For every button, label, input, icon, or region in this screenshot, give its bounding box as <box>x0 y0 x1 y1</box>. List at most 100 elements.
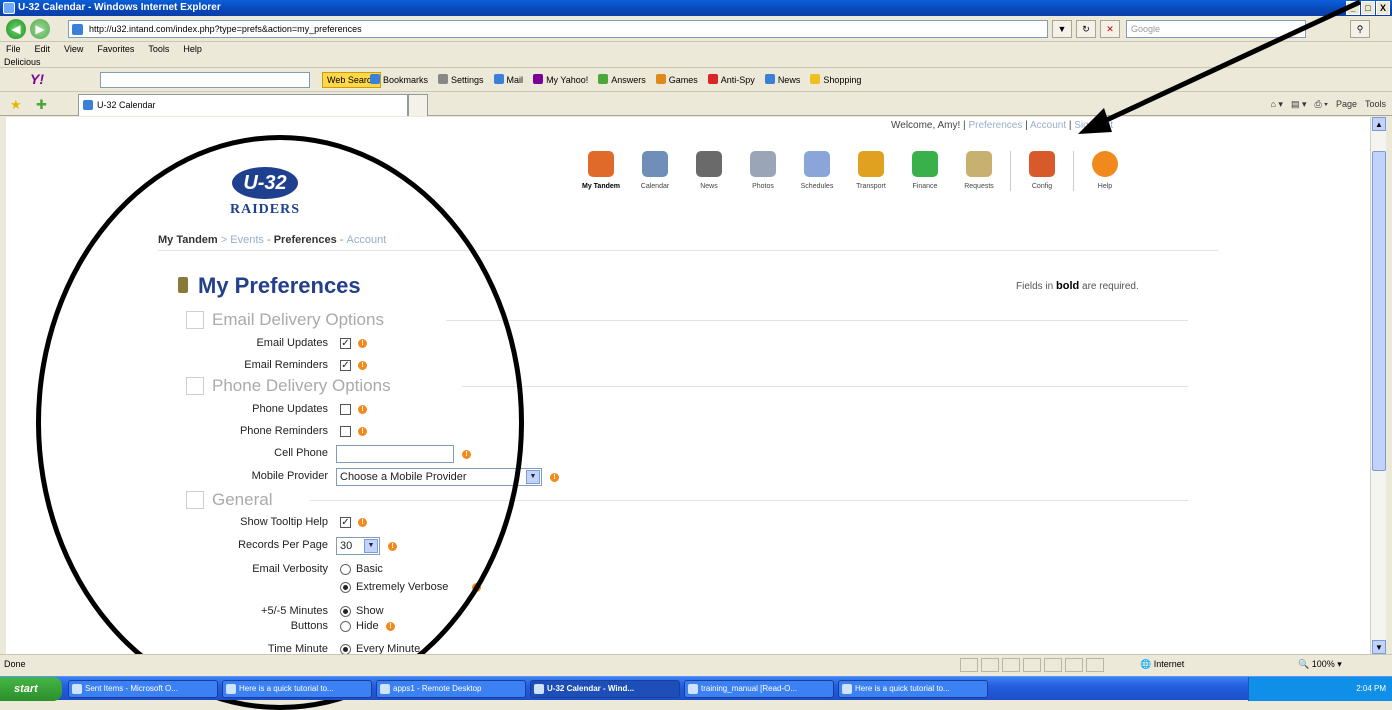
start-button[interactable]: start <box>0 677 62 701</box>
menu-help[interactable]: Help <box>183 42 202 56</box>
minutes-hide-radio[interactable] <box>340 621 351 632</box>
chevron-down-icon[interactable]: ▼ <box>526 470 540 484</box>
window-title: U-32 Calendar - Windows Internet Explore… <box>18 2 221 13</box>
minutes-show-radio[interactable] <box>340 606 351 617</box>
nav-help[interactable]: Help <box>1078 149 1132 191</box>
help-hint-icon[interactable]: ! <box>358 518 367 527</box>
u32-raiders-logo[interactable]: U-32 RAIDERS <box>224 167 306 217</box>
help-hint-icon[interactable]: ! <box>358 427 367 436</box>
yahoo-news[interactable]: News <box>765 72 801 88</box>
tab-u32-calendar[interactable]: U-32 Calendar <box>78 94 408 116</box>
scroll-down-icon[interactable]: ▼ <box>1372 640 1386 654</box>
refresh-button[interactable]: ↻ <box>1076 20 1096 38</box>
command-bar: ⌂ ▾ ▤ ▾ ⎙ ▾ Page Tools <box>1270 97 1386 111</box>
nav-news[interactable]: News <box>682 149 736 191</box>
cell-phone-input[interactable] <box>336 445 454 463</box>
yahoo-logo[interactable]: Y! <box>30 71 44 87</box>
address-dropdown-button[interactable]: ▼ <box>1052 20 1072 38</box>
delicious-link[interactable]: Delicious <box>4 57 41 67</box>
phone-updates-checkbox[interactable] <box>340 404 351 415</box>
zoom-control[interactable]: 🔍 100% ▾ <box>1298 659 1342 670</box>
nav-finance[interactable]: Finance <box>898 149 952 191</box>
clock[interactable]: 2:04 PM <box>1356 684 1386 693</box>
email-reminders-checkbox[interactable]: ✓ <box>340 360 351 371</box>
help-hint-icon[interactable]: ! <box>472 583 481 592</box>
help-hint-icon[interactable]: ! <box>358 405 367 414</box>
preferences-icon <box>178 277 188 293</box>
yahoo-games[interactable]: Games <box>656 72 698 88</box>
nav-config[interactable]: Config <box>1015 149 1069 191</box>
yahoo-search-input[interactable] <box>100 72 310 88</box>
nav-schedules[interactable]: Schedules <box>790 149 844 191</box>
forward-button[interactable]: ▶ <box>30 19 50 39</box>
time-minute-radio[interactable] <box>340 644 351 654</box>
verbosity-basic-radio[interactable] <box>340 564 351 575</box>
feeds-icon[interactable]: ▤ ▾ <box>1291 97 1307 111</box>
crumb-my-tandem[interactable]: My Tandem <box>158 234 218 246</box>
task-tutorial-1[interactable]: Here is a quick tutorial to... <box>222 680 372 698</box>
crumb-events[interactable]: Events <box>230 234 264 246</box>
nav-photos[interactable]: Photos <box>736 149 790 191</box>
help-hint-icon[interactable]: ! <box>388 542 397 551</box>
yahoo-my-yahoo[interactable]: My Yahoo! <box>533 72 588 88</box>
account-link[interactable]: Account <box>1030 120 1066 131</box>
stop-button[interactable]: ✕ <box>1100 20 1120 38</box>
general-section-toggle[interactable] <box>186 491 204 509</box>
help-hint-icon[interactable]: ! <box>386 622 395 631</box>
show-tooltip-checkbox[interactable]: ✓ <box>340 517 351 528</box>
tools-menu[interactable]: Tools <box>1365 97 1386 111</box>
help-hint-icon[interactable]: ! <box>550 473 559 482</box>
nav-my-tandem[interactable]: My Tandem <box>574 149 628 191</box>
help-hint-icon[interactable]: ! <box>358 339 367 348</box>
phone-section-toggle[interactable] <box>186 377 204 395</box>
menu-view[interactable]: View <box>64 42 83 56</box>
task-remote-desktop[interactable]: apps1 - Remote Desktop <box>376 680 526 698</box>
yahoo-shopping[interactable]: Shopping <box>810 72 861 88</box>
search-button[interactable]: ⚲ <box>1350 20 1370 38</box>
menu-edit[interactable]: Edit <box>35 42 51 56</box>
preferences-link[interactable]: Preferences <box>968 120 1022 131</box>
task-tutorial-2[interactable]: Here is a quick tutorial to... <box>838 680 988 698</box>
close-button[interactable]: X <box>1376 1 1390 15</box>
sign-out-link[interactable]: Sign Out <box>1074 120 1113 131</box>
verbosity-extreme-radio[interactable] <box>340 582 351 593</box>
help-hint-icon[interactable]: ! <box>462 450 471 459</box>
task-sent-items[interactable]: Sent Items - Microsoft O... <box>68 680 218 698</box>
address-field[interactable]: http://u32.intand.com/index.php?type=pre… <box>68 20 1048 38</box>
menu-favorites[interactable]: Favorites <box>97 42 134 56</box>
page-menu[interactable]: Page <box>1336 97 1357 111</box>
search-input[interactable]: Google <box>1126 20 1306 38</box>
back-button[interactable]: ◀ <box>6 19 26 39</box>
scroll-up-icon[interactable]: ▲ <box>1372 117 1386 131</box>
add-favorites-icon[interactable]: ✚ <box>36 97 47 113</box>
vertical-scrollbar[interactable]: ▲ ▼ <box>1370 117 1386 654</box>
mobile-provider-value: Choose a Mobile Provider <box>340 471 467 483</box>
mobile-provider-select[interactable]: Choose a Mobile Provider ▼ <box>336 468 542 486</box>
yahoo-bookmarks[interactable]: Bookmarks <box>370 72 428 88</box>
maximize-button[interactable]: □ <box>1361 1 1375 15</box>
scroll-thumb[interactable] <box>1372 151 1386 471</box>
nav-requests[interactable]: Requests <box>952 149 1006 191</box>
yahoo-answers[interactable]: Answers <box>598 72 646 88</box>
yahoo-mail[interactable]: Mail <box>494 72 524 88</box>
yahoo-anti-spy[interactable]: Anti-Spy <box>708 72 755 88</box>
menu-file[interactable]: File <box>6 42 21 56</box>
phone-reminders-checkbox[interactable] <box>340 426 351 437</box>
records-per-page-select[interactable]: 30 ▼ <box>336 537 380 555</box>
home-icon[interactable]: ⌂ ▾ <box>1270 97 1282 111</box>
email-updates-checkbox[interactable]: ✓ <box>340 338 351 349</box>
minimize-button[interactable]: _ <box>1346 1 1360 15</box>
task-u32-calendar[interactable]: U-32 Calendar - Wind... <box>530 680 680 698</box>
menu-tools[interactable]: Tools <box>148 42 169 56</box>
new-tab-button[interactable] <box>408 94 428 116</box>
nav-transport[interactable]: Transport <box>844 149 898 191</box>
nav-calendar[interactable]: Calendar <box>628 149 682 191</box>
print-icon[interactable]: ⎙ ▾ <box>1314 97 1327 111</box>
help-hint-icon[interactable]: ! <box>358 361 367 370</box>
chevron-down-icon[interactable]: ▼ <box>364 539 378 553</box>
task-training-manual[interactable]: training_manual [Read-O... <box>684 680 834 698</box>
crumb-account[interactable]: Account <box>347 234 387 246</box>
favorites-star-icon[interactable]: ★ <box>10 97 22 113</box>
email-section-toggle[interactable] <box>186 311 204 329</box>
yahoo-settings[interactable]: Settings <box>438 72 484 88</box>
